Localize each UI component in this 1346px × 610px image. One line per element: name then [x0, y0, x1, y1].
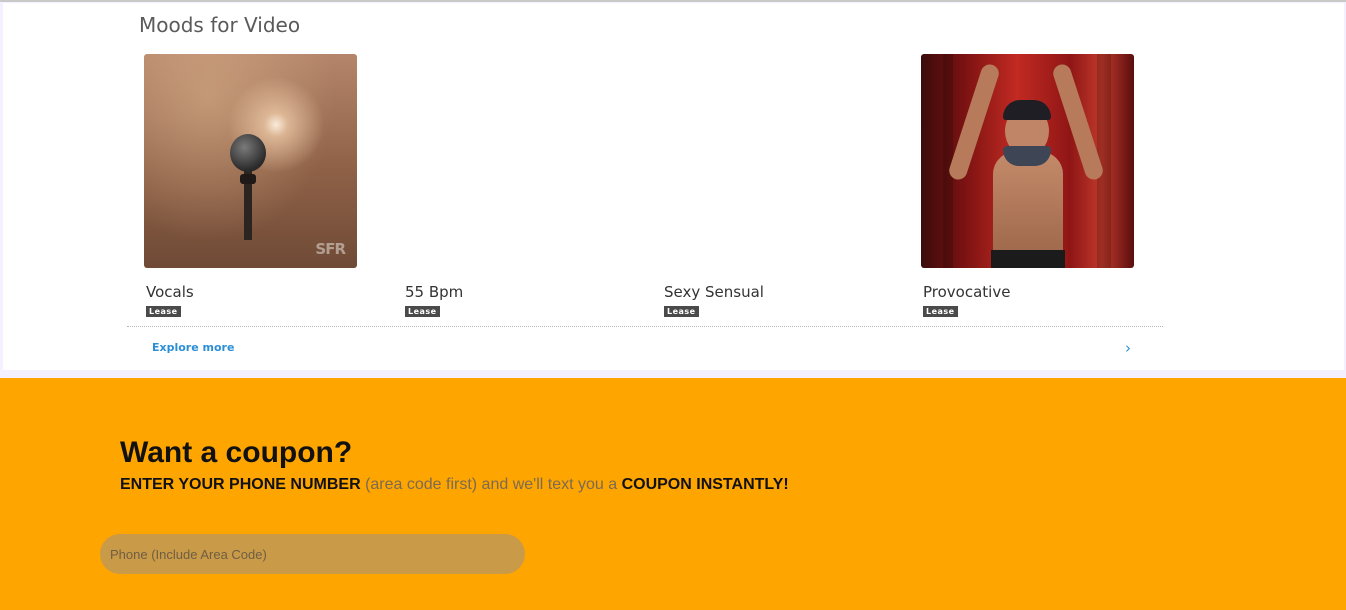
- top-border: [0, 0, 1346, 2]
- lease-badge: Lease: [146, 306, 181, 317]
- mood-thumbnail-provocative[interactable]: [921, 54, 1134, 268]
- mood-name[interactable]: Provocative: [923, 283, 1010, 301]
- mood-thumbnail-vocals[interactable]: SFR: [144, 54, 357, 268]
- microphone-icon: [230, 134, 266, 172]
- figure-belt: [991, 250, 1065, 268]
- coupon-instruction-emphasis: COUPON INSTANTLY!: [621, 476, 789, 493]
- mood-name[interactable]: Sexy Sensual: [664, 283, 764, 301]
- figure-arm-left: [946, 62, 1002, 182]
- figure-bandana: [1003, 146, 1051, 166]
- lease-badge: Lease: [923, 306, 958, 317]
- thumbnail-watermark: SFR: [315, 240, 346, 258]
- moods-section: Moods for Video SFR Vocals Lease 55 Bpm: [0, 0, 1346, 378]
- coupon-instruction-emphasis: ENTER YOUR PHONE NUMBER: [120, 476, 361, 493]
- mood-name[interactable]: 55 Bpm: [405, 283, 463, 301]
- chevron-right-icon[interactable]: ›: [1122, 340, 1134, 356]
- microphone-clip: [240, 174, 256, 184]
- section-title: Moods for Video: [139, 13, 301, 37]
- mood-label-provocative[interactable]: Provocative: [923, 283, 1010, 301]
- coupon-title: Want a coupon?: [120, 436, 353, 469]
- mood-label-vocals[interactable]: Vocals: [146, 283, 194, 301]
- mood-label-sexy-sensual[interactable]: Sexy Sensual: [664, 283, 764, 301]
- phone-input[interactable]: [100, 534, 525, 574]
- coupon-instructions: ENTER YOUR PHONE NUMBER (area code first…: [120, 476, 789, 494]
- explore-more-link[interactable]: Explore more: [152, 341, 234, 354]
- lease-badge: Lease: [664, 306, 699, 317]
- section-divider: [127, 326, 1163, 327]
- mood-name[interactable]: Vocals: [146, 283, 194, 301]
- mood-label-55-bpm[interactable]: 55 Bpm: [405, 283, 463, 301]
- coupon-instruction-text: (area code first) and we'll text you a: [360, 476, 622, 493]
- lease-badge: Lease: [405, 306, 440, 317]
- figure-cap: [1003, 100, 1051, 120]
